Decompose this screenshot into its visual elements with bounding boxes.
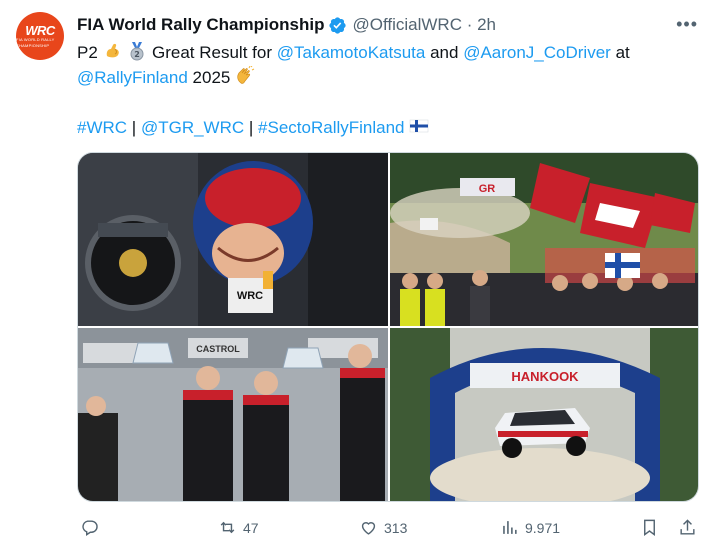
views-count: 9.971 [525,519,561,536]
views-button[interactable]: 9.971 [500,518,560,537]
retweet-icon [220,521,235,534]
author-name[interactable]: FIA World Rally Championship [77,15,324,35]
tweet-time[interactable]: 2h [477,15,496,35]
mention-rallyfinland-link[interactable]: @RallyFinland [77,68,188,87]
tweet-header: FIA World Rally Championship @OfficialWR… [77,14,702,36]
photo-3-banner: CASTROL [196,344,240,354]
separator-1: | [131,118,137,137]
text-p2: P2 [77,43,98,62]
grid-divider-h [78,326,698,328]
avatar-sub-text: FIA WORLD RALLY CHAMPIONSHIP [16,36,55,48]
photo-podium-trophies[interactable]: CASTROL [78,328,388,501]
more-options-icon[interactable]: ••• [676,14,698,35]
second-place-medal-icon: 2 [127,41,147,61]
reply-icon [82,520,98,536]
hashtag-sectorally-link[interactable]: #SectoRallyFinland [258,118,404,137]
share-button[interactable] [678,518,703,537]
text-year: 2025 [192,68,231,87]
share-icon [680,519,695,535]
text-great-result: Great Result for [152,43,272,62]
photo-1-banner: WRC [237,290,263,302]
tweet-line-2: @RallyFinland 2025 [77,65,697,90]
views-icon [503,521,517,534]
verified-badge-icon [328,16,347,35]
flexed-biceps-icon [103,41,123,61]
heart-icon [361,522,376,535]
tweet-line-hashtags: #WRC | @TGR_WRC | #SectoRallyFinland [77,115,697,140]
finland-flag-icon [409,116,429,136]
avatar-logo-text: WRC [25,22,55,38]
retweet-count: 47 [243,519,259,536]
tweet-text: P2 2 Great Result for @TakamotoKatsuta a… [77,40,697,140]
like-button[interactable]: 313 [359,518,407,537]
author-handle[interactable]: @OfficialWRC [352,15,462,35]
clapping-hands-icon [235,65,255,86]
separator-2: | [248,118,254,137]
mention-katsuta-link[interactable]: @TakamotoKatsuta [277,43,426,62]
bookmark-icon [644,519,655,537]
tweet-line-1: P2 2 Great Result for @TakamotoKatsuta a… [77,40,697,65]
like-count: 313 [384,519,408,536]
photo-car-jump[interactable]: HANKOOK [390,328,698,501]
photo-4-banner: HANKOOK [511,369,579,384]
photo-2-banner: GR [479,183,496,195]
media-grid: WRC GR CASTROL HANKOOK [77,152,699,502]
action-bar: 47 313 9.971 [77,518,699,542]
photo-driver-cockpit[interactable]: WRC [78,153,388,326]
mention-codriver-link[interactable]: @AaronJ_CoDriver [463,43,611,62]
retweet-button[interactable]: 47 [218,518,259,537]
photo-spectators-flags[interactable]: GR [390,153,698,326]
dot-separator: · [461,15,478,34]
mention-tgr-link[interactable]: @TGR_WRC [141,118,244,137]
hashtag-wrc-link[interactable]: #WRC [77,118,127,137]
avatar[interactable]: WRC FIA WORLD RALLY CHAMPIONSHIP [16,12,64,60]
svg-text:2: 2 [134,50,140,59]
text-and: and [430,43,459,62]
bookmark-button[interactable] [640,518,665,537]
text-at: at [615,43,630,62]
reply-button[interactable] [80,518,105,537]
